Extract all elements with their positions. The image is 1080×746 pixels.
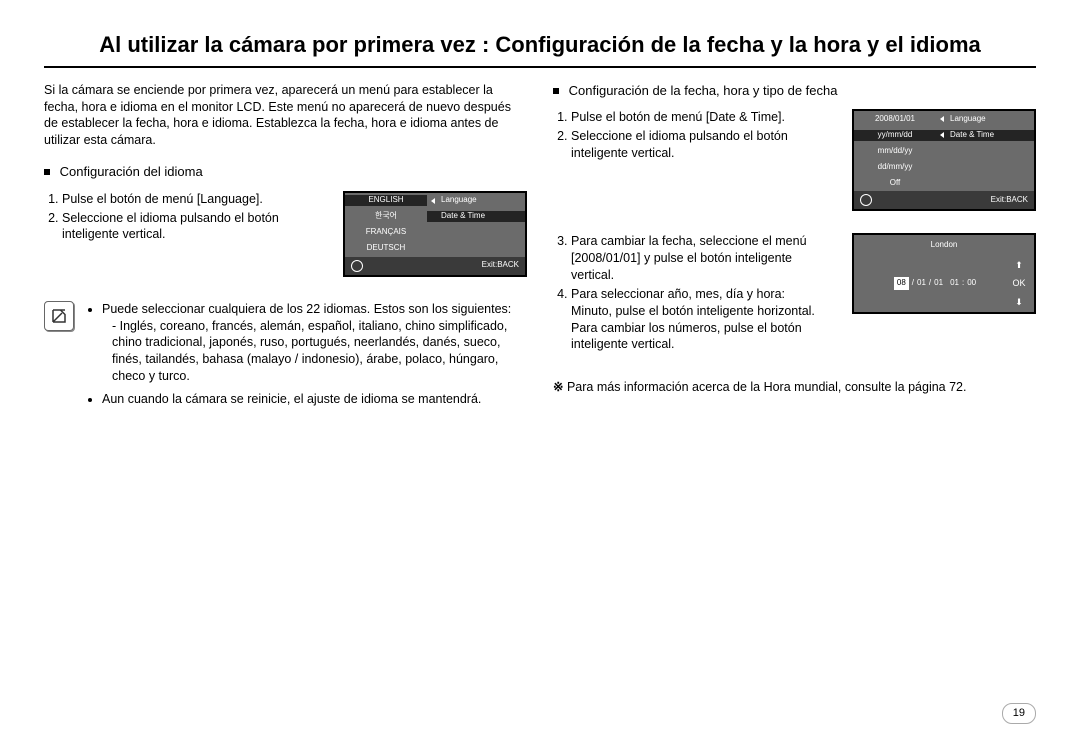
lcd2-item-date[interactable]: 2008/01/01	[854, 114, 936, 125]
lcd2-item-off[interactable]: Off	[854, 178, 936, 189]
lcd2-tab-language[interactable]: Language	[936, 114, 1034, 125]
lcd3-day[interactable]: 01	[934, 278, 943, 289]
lcd1-tab-language[interactable]: Language	[427, 195, 525, 206]
right-steps-a: Pulse el botón de menú [Date & Time]. Se…	[555, 109, 838, 162]
right-heading-text: Configuración de la fecha, hora y tipo d…	[569, 83, 838, 98]
lcd-language-menu: ENGLISH Language 한국어 Date & Time FRANÇAI…	[343, 191, 527, 277]
arrow-down-icon[interactable]: ⬇	[1015, 296, 1023, 308]
left-steps: Pulse el botón de menú [Language]. Selec…	[46, 191, 329, 244]
lcd3-year[interactable]: 08	[894, 277, 909, 290]
note-block: Puede seleccionar cualquiera de los 22 i…	[44, 301, 527, 414]
lcd3-min[interactable]: 00	[967, 278, 976, 289]
footnote-symbol-icon: ※	[553, 380, 567, 394]
left-step-2: Seleccione el idioma pulsando el botón i…	[62, 210, 329, 244]
lcd2-item-mmddyy[interactable]: mm/dd/yy	[854, 146, 936, 157]
right-step-1: Pulse el botón de menú [Date & Time].	[571, 109, 838, 126]
note-icon	[44, 301, 74, 331]
lcd1-item-german[interactable]: DEUTSCH	[345, 243, 427, 254]
right-step-2: Seleccione el idioma pulsando el botón i…	[571, 128, 838, 162]
lcd2-item-yymmdd[interactable]: yy/mm/dd	[854, 130, 936, 141]
title-underline	[44, 66, 1036, 68]
lcd3-hour[interactable]: 01	[950, 278, 959, 289]
lcd3-city: London	[931, 240, 958, 251]
lcd1-item-french[interactable]: FRANÇAIS	[345, 227, 427, 238]
lcd1-exit-label: Exit:BACK	[482, 260, 519, 271]
gear-icon	[860, 194, 872, 206]
lcd3-month[interactable]: 01	[917, 278, 926, 289]
right-footnote: ※ Para más información acerca de la Hora…	[553, 379, 1036, 396]
lcd1-item-korean[interactable]: 한국어	[345, 211, 427, 222]
lcd3-ok[interactable]: OK	[1012, 277, 1025, 289]
right-step-3: Para cambiar la fecha, seleccione el men…	[571, 233, 838, 284]
right-steps-b: Para cambiar la fecha, seleccione el men…	[555, 233, 838, 353]
page-number: 19	[1002, 703, 1036, 724]
arrow-up-icon[interactable]: ⬆	[1015, 259, 1023, 271]
lcd2-item-ddmmyy[interactable]: dd/mm/yy	[854, 162, 936, 173]
sep: :	[962, 278, 964, 289]
lcd-date-entry: London 08 / 01 / 01 01 : 00	[852, 233, 1036, 313]
lcd2-tab-datetime[interactable]: Date & Time	[936, 130, 1034, 141]
intro-paragraph: Si la cámara se enciende por primera vez…	[44, 82, 527, 150]
right-section-heading: Configuración de la fecha, hora y tipo d…	[553, 82, 1036, 100]
sep: /	[929, 278, 931, 289]
note-bullet-2: Aun cuando la cámara se reinicie, el aju…	[102, 391, 527, 408]
lcd1-tab-datetime[interactable]: Date & Time	[427, 211, 525, 222]
left-heading-text: Configuración del idioma	[60, 164, 203, 179]
lcd-date-format-menu: 2008/01/01 Language yy/mm/dd Date & Time…	[852, 109, 1036, 211]
lcd2-exit-label: Exit:BACK	[991, 195, 1028, 206]
left-section-heading: Configuración del idioma	[44, 163, 527, 181]
lcd1-item-english[interactable]: ENGLISH	[345, 195, 427, 206]
sep: /	[912, 278, 914, 289]
page-title: Al utilizar la cámara por primera vez : …	[44, 30, 1036, 60]
right-step-4: Para seleccionar año, mes, día y hora: M…	[571, 286, 838, 354]
gear-icon	[351, 260, 363, 272]
note-languages: - Inglés, coreano, francés, alemán, espa…	[102, 318, 527, 386]
left-step-1: Pulse el botón de menú [Language].	[62, 191, 329, 208]
note-bullet-1: Puede seleccionar cualquiera de los 22 i…	[102, 301, 527, 385]
